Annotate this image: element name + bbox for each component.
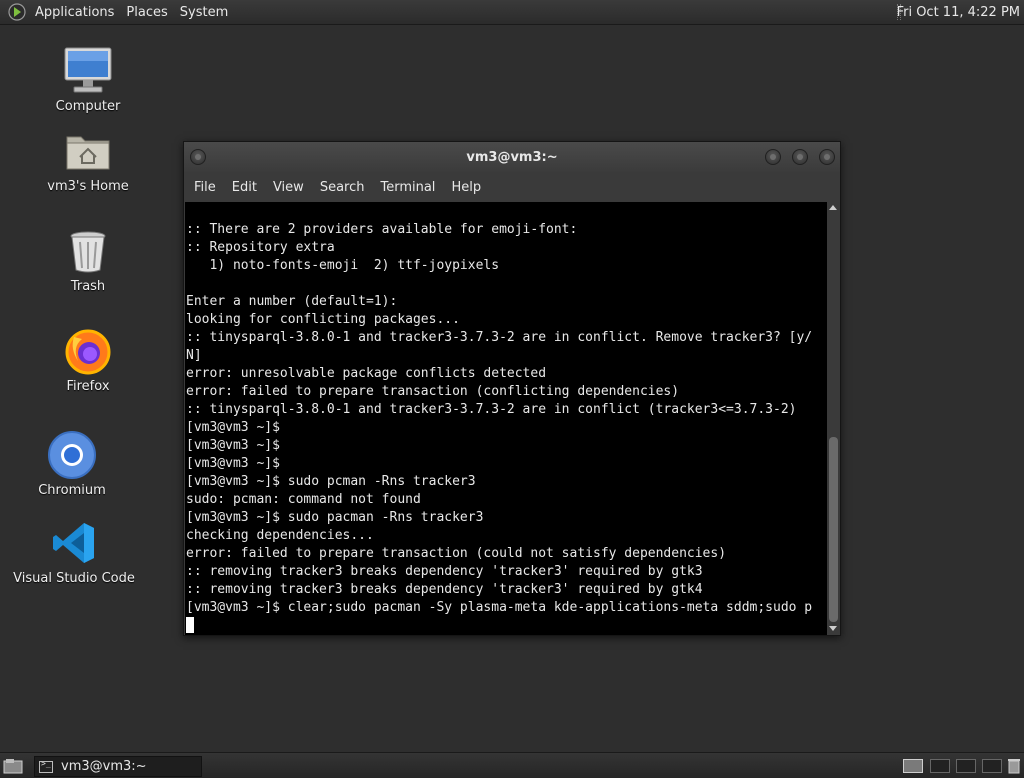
terminal-line: error: failed to prepare transaction (co… xyxy=(186,546,727,561)
desktop-icon-label: vm3's Home xyxy=(47,179,129,194)
desktop-icon-label: Trash xyxy=(70,279,106,294)
workspace-4[interactable] xyxy=(982,759,1002,773)
terminal-line: :: tinysparql-3.8.0-1 and tracker3-3.7.3… xyxy=(186,402,797,417)
desktop-icon-label: Computer xyxy=(55,99,121,114)
desktop-icon-firefox[interactable]: Firefox xyxy=(28,324,148,394)
terminal-window: vm3@vm3:~ File Edit View Search Terminal… xyxy=(183,141,841,636)
terminal-output[interactable]: :: There are 2 providers available for e… xyxy=(185,202,827,635)
desktop-icon-label: Chromium xyxy=(38,483,106,498)
menu-view[interactable]: View xyxy=(267,180,310,195)
desktop-icon-label: Firefox xyxy=(66,379,110,394)
terminal-line: :: removing tracker3 breaks dependency '… xyxy=(186,564,703,579)
clock[interactable]: Fri Oct 11, 4:22 PM xyxy=(897,0,1020,25)
bottom-panel: vm3@vm3:~ xyxy=(0,752,1024,778)
terminal-scrollbar[interactable] xyxy=(827,202,840,635)
chromium-icon xyxy=(45,428,99,482)
terminal-line: [vm3@vm3 ~]$ xyxy=(186,456,280,471)
minimize-button[interactable] xyxy=(765,149,781,165)
terminal-line: looking for conflicting packages... xyxy=(186,312,460,327)
terminal-line: :: Repository extra xyxy=(186,240,335,255)
workspace-2[interactable] xyxy=(930,759,950,773)
window-titlebar[interactable]: vm3@vm3:~ xyxy=(184,142,840,172)
taskbar-button-terminal[interactable]: vm3@vm3:~ xyxy=(34,756,202,777)
top-panel: Applications Places System Fri Oct 11, 4… xyxy=(0,0,1024,25)
computer-icon xyxy=(61,44,115,98)
terminal-line: :: There are 2 providers available for e… xyxy=(186,222,578,237)
terminal-line: :: removing tracker3 breaks dependency '… xyxy=(186,582,703,597)
desktop-icon-trash[interactable]: Trash xyxy=(28,224,148,294)
terminal-line: [vm3@vm3 ~]$ sudo pacman -Rns tracker3 xyxy=(186,510,484,525)
menu-places[interactable]: Places xyxy=(120,0,173,24)
desktop-icon-home[interactable]: vm3's Home xyxy=(28,124,148,194)
terminal-line: [vm3@vm3 ~]$ xyxy=(186,438,280,453)
terminal-line: 1) noto-fonts-emoji 2) ttf-joypixels xyxy=(186,258,500,273)
terminal-line: :: tinysparql-3.8.0-1 and tracker3-3.7.3… xyxy=(186,330,813,345)
desktop-icon-label: Visual Studio Code xyxy=(13,571,135,586)
menu-search[interactable]: Search xyxy=(314,180,371,195)
terminal-line: [vm3@vm3 ~]$ clear;sudo pacman -Sy plasm… xyxy=(186,600,813,615)
terminal-line: checking dependencies... xyxy=(186,528,374,543)
terminal-prompt-line[interactable] xyxy=(186,617,827,635)
trash-icon xyxy=(61,224,115,278)
window-menu-icon[interactable] xyxy=(190,149,206,165)
scrollbar-thumb[interactable] xyxy=(829,437,838,622)
workspace-1[interactable] xyxy=(903,759,923,773)
scroll-up-arrow-icon[interactable] xyxy=(829,205,837,210)
show-desktop-icon[interactable] xyxy=(3,758,23,774)
close-button[interactable] xyxy=(819,149,835,165)
applications-logo-icon[interactable] xyxy=(8,3,26,21)
text-cursor xyxy=(186,617,194,633)
home-folder-icon xyxy=(61,124,115,178)
terminal-line: [vm3@vm3 ~]$ sudo pcman -Rns tracker3 xyxy=(186,474,476,489)
maximize-button[interactable] xyxy=(792,149,808,165)
menu-file[interactable]: File xyxy=(188,180,222,195)
terminal-icon xyxy=(39,759,53,773)
trash-applet-icon[interactable] xyxy=(1008,758,1020,774)
desktop-icon-computer[interactable]: Computer xyxy=(28,44,148,114)
desktop-icon-chromium[interactable]: Chromium xyxy=(12,428,132,498)
menu-system[interactable]: System xyxy=(174,0,234,24)
firefox-icon xyxy=(61,324,115,378)
terminal-line: error: unresolvable package conflicts de… xyxy=(186,366,547,381)
scroll-down-arrow-icon[interactable] xyxy=(829,626,837,631)
menu-help[interactable]: Help xyxy=(445,180,487,195)
menu-terminal[interactable]: Terminal xyxy=(374,180,441,195)
terminal-line: [vm3@vm3 ~]$ xyxy=(186,420,280,435)
terminal-menubar: File Edit View Search Terminal Help xyxy=(184,172,840,202)
menu-applications[interactable]: Applications xyxy=(29,0,120,24)
window-title: vm3@vm3:~ xyxy=(466,149,558,165)
top-menu: Applications Places System xyxy=(29,0,234,24)
workspace-3[interactable] xyxy=(956,759,976,773)
terminal-line: sudo: pcman: command not found xyxy=(186,492,421,507)
menu-edit[interactable]: Edit xyxy=(226,180,263,195)
desktop-icon-vscode[interactable]: Visual Studio Code xyxy=(13,516,135,586)
terminal-line: N] xyxy=(186,348,202,363)
terminal-line: error: failed to prepare transaction (co… xyxy=(186,384,680,399)
terminal-line: Enter a number (default=1): xyxy=(186,294,398,309)
taskbar-button-label: vm3@vm3:~ xyxy=(61,759,147,774)
vscode-icon xyxy=(47,516,101,570)
